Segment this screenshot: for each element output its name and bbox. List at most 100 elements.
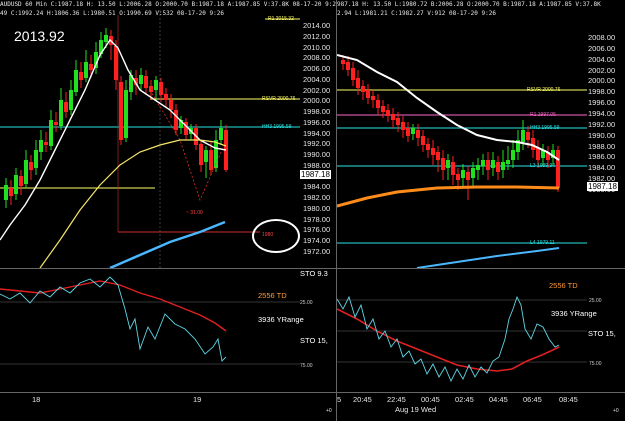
candle-body [139, 75, 143, 84]
right-candle-body [356, 78, 360, 88]
highlight-circle [252, 219, 300, 253]
candle-body [209, 150, 213, 170]
right-date-label: Aug 19 Wed [395, 405, 437, 414]
left-x-tick-19: 19 [193, 395, 202, 404]
right-level-l3: L3 1989.94 [530, 163, 556, 169]
left-sto-75: 75.00 [300, 363, 313, 369]
left-y-tick: 1978.00 [303, 214, 331, 224]
candle-body [69, 90, 73, 110]
right-sto-75: 75.00 [589, 361, 602, 367]
left-y-tick: 2002.00 [303, 85, 331, 95]
right-candle-body [366, 90, 370, 98]
candle-body [104, 35, 108, 42]
candle-body [59, 100, 63, 126]
candle-body [124, 90, 128, 138]
left-y-tick: 1984.00 [303, 182, 331, 192]
right-x-tick-4: 02:45 [455, 395, 474, 404]
right-candle-body [511, 150, 515, 160]
left-sto-chart [0, 276, 300, 365]
left-y-tick: 1988.00 [303, 160, 331, 170]
left-y-tick: 1994.00 [303, 128, 331, 138]
left-y-tick: 1990.00 [303, 150, 331, 159]
right-level-l4: L4 1979.11 [530, 240, 555, 246]
right-orange-ma-line [337, 185, 560, 208]
left-y-tick: 2006.00 [303, 64, 331, 73]
right-candle-body [346, 62, 350, 70]
right-sto-label-mid: STO 15, [588, 329, 616, 338]
left-td-label: 2556 TD [258, 291, 287, 300]
candle-body [119, 82, 123, 140]
left-y-tick: 1976.00 [303, 225, 331, 235]
right-y-tick: 1992.00 [588, 119, 616, 129]
candle-body [54, 122, 58, 125]
left-y-tick: 1980.00 [303, 203, 331, 213]
right-y-tick: 1996.00 [588, 98, 616, 108]
right-sto-panel[interactable]: 2556 TD 25.00 3936 YRange STO 15, 75.00 [337, 268, 625, 393]
right-y-tick: 2008.00 [588, 33, 616, 42]
left-x-axis: 18 19 +0 [0, 392, 337, 421]
candle-body [144, 76, 148, 88]
right-candle-body [476, 165, 480, 170]
left-sto-label-top: STO 9.3 [300, 269, 328, 278]
right-level-hh3: HH3 1995.59 [530, 125, 560, 131]
left-price-tag: 1987.18 [300, 170, 331, 179]
right-candle-body [371, 96, 375, 100]
candle-body [24, 160, 28, 184]
candle-body [204, 150, 208, 162]
right-candle-body [536, 148, 540, 160]
right-candle-body [416, 130, 420, 138]
level-low: ~ 31.00 [186, 210, 203, 216]
candle-body [39, 140, 43, 152]
candle-body [4, 185, 8, 200]
candle-body [79, 72, 83, 80]
right-candle-chart [337, 54, 587, 268]
right-candle-body [446, 160, 450, 168]
left-y-tick: 1982.00 [303, 193, 331, 202]
left-price-panel[interactable]: AUDUSD 60 Min C:1987.18 H: 13.50 L:2006.… [0, 0, 337, 268]
right-candle-body [361, 86, 365, 92]
right-price-panel[interactable]: 987.18 H: 13.50 L:1980.72 B:2006.28 O:20… [337, 0, 625, 268]
right-candle-body [556, 150, 560, 188]
right-candle-body [431, 148, 435, 155]
left-y-tick: 1996.00 [303, 117, 331, 127]
candle-body [199, 144, 203, 165]
right-y-tick: 1988.00 [588, 141, 616, 151]
right-yrange-label: 3936 YRange [551, 309, 597, 318]
right-candle-body [501, 162, 505, 170]
level-rsvr: RSVR 2000.76 [262, 96, 296, 102]
left-y-tick: 1974.00 [303, 236, 331, 245]
left-y-tick: 1992.00 [303, 139, 331, 149]
right-candle-body [386, 110, 390, 116]
right-candle-body [466, 172, 470, 180]
candle-body [14, 175, 18, 194]
right-candle-body [506, 160, 510, 164]
right-y-tick: 1998.00 [588, 87, 616, 97]
right-sto-chart [337, 295, 587, 383]
left-sto-panel[interactable]: STO 9.3 2556 TD 25.00 3936 YRange STO 15… [0, 268, 337, 393]
right-y-tick: 2000.00 [588, 76, 616, 86]
candle-body [154, 80, 158, 90]
candle-body [219, 128, 223, 140]
right-y-tick: 1990.00 [588, 130, 616, 140]
right-candle-body [381, 106, 385, 112]
candle-body [19, 176, 23, 186]
right-sto-cyan-line [337, 295, 560, 383]
right-candle-body [436, 152, 440, 160]
right-candle-body [421, 136, 425, 145]
sto-cyan-line [0, 276, 227, 362]
right-white-ma-line [337, 54, 560, 161]
right-candle-body [521, 130, 525, 142]
right-td-label: 2556 TD [549, 281, 578, 290]
right-candle-body [391, 114, 395, 120]
left-y-tick: 2004.00 [303, 74, 331, 84]
left-corner: +0 [326, 408, 332, 414]
candle-body [44, 142, 48, 145]
blue-ma-line [109, 220, 226, 268]
candle-body [74, 70, 78, 92]
candle-body [29, 162, 33, 170]
candle-body [84, 62, 88, 78]
right-candle-body [441, 158, 445, 170]
candle-body [174, 110, 178, 130]
right-level-rr: R1 1997.05 [530, 112, 556, 118]
left-x-tick-18: 18 [32, 395, 41, 404]
